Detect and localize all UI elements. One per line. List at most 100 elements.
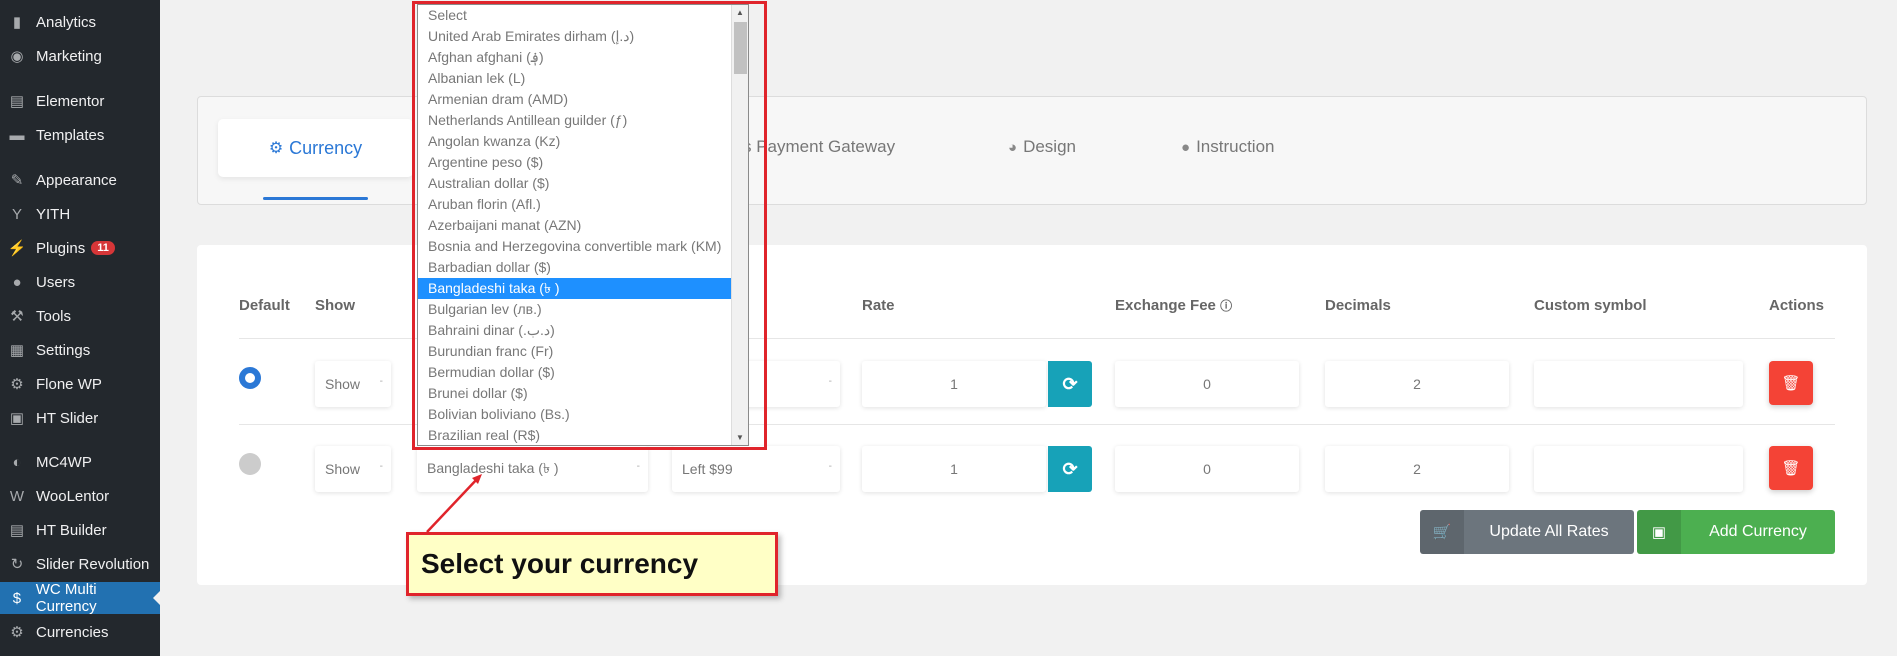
info-icon: ● (1181, 138, 1191, 156)
chevron-down-icon: - (379, 376, 383, 387)
sidebar-item-label: Slider Revolution (36, 555, 150, 573)
header-default: Default (239, 297, 290, 314)
refresh-rate-button[interactable]: ⟳ (1048, 361, 1092, 407)
sidebar-item-appearance[interactable]: ✎ Appearance (0, 164, 160, 196)
add-currency-button[interactable]: ▣ Add Currency (1637, 510, 1835, 554)
brush-icon: ✎ (10, 172, 24, 189)
currency-select-value: Bangladeshi taka (৳ ) (427, 460, 559, 476)
gear-icon: ⚙ (10, 624, 24, 641)
revolution-icon: ↻ (10, 556, 24, 573)
sidebar-item-users[interactable]: ● Users (0, 266, 160, 298)
sidebar-item-label: Elementor (36, 92, 105, 110)
sidebar-item-marketing[interactable]: ◉ Marketing (0, 40, 160, 72)
sidebar-item-settings[interactable]: ▦ Settings (0, 334, 160, 366)
sidebar-item-label: WooLentor (36, 487, 110, 505)
tab-instruction[interactable]: ● Instruction (1181, 137, 1275, 157)
refresh-icon: ⟳ (1062, 458, 1078, 479)
sidebar-item-label: HT Slider (36, 409, 99, 427)
sidebar-item-label: Settings (36, 341, 91, 359)
refresh-icon: ⟳ (1062, 373, 1078, 394)
sidebar-item-label: Analytics (36, 13, 97, 31)
sidebar-item-label: Flone WP (36, 375, 102, 393)
sidebar-item-tools[interactable]: ⚒ Tools (0, 300, 160, 332)
sidebar-item-label: HT Builder (36, 521, 107, 539)
header-exchange-fee-label: Exchange Fee (1115, 297, 1216, 314)
position-select-value: Left $99 (682, 461, 733, 477)
custom-symbol-input[interactable] (1534, 361, 1743, 407)
slider-icon: ▣ (9, 410, 25, 427)
sidebar-item-label: Appearance (36, 171, 117, 189)
annotation-callout: Select your currency (406, 532, 778, 596)
update-all-rates-button[interactable]: 🛒 Update All Rates (1420, 510, 1634, 554)
update-count-badge: 11 (91, 241, 115, 255)
exchange-fee-input[interactable]: 0 (1115, 361, 1299, 407)
show-select[interactable]: Show - (315, 361, 391, 407)
default-radio-unselected[interactable] (239, 453, 261, 475)
exchange-fee-input[interactable]: 0 (1115, 446, 1299, 492)
tab-instruction-label: Instruction (1196, 137, 1275, 156)
rate-input[interactable]: 1 (862, 361, 1046, 407)
annotation-highlight-box (412, 1, 767, 450)
show-select[interactable]: Show - (315, 446, 391, 492)
folder-icon: ▬ (9, 126, 25, 144)
delete-button[interactable]: 🗑 (1769, 361, 1813, 405)
chevron-down-icon: - (828, 461, 832, 472)
sidebar-item-label: MC4WP (36, 453, 92, 471)
delete-button[interactable]: 🗑 (1769, 446, 1813, 490)
sidebar-item-yith[interactable]: Y YITH (0, 198, 160, 230)
decimals-input[interactable]: 2 (1325, 446, 1509, 492)
admin-sidebar: ▮ Analytics ◉ Marketing ▤ Elementor ▬ Templates… (0, 0, 161, 656)
sidebar-item-analytics[interactable]: ▮ Analytics (0, 6, 160, 38)
show-select-value: Show (325, 376, 361, 392)
decimals-value: 2 (1413, 461, 1421, 477)
cart-icon: 🛒 (1420, 510, 1464, 554)
money-icon: ▣ (1637, 510, 1681, 554)
sidebar-item-mc4wp[interactable]: ◐ MC4WP (0, 446, 160, 478)
header-custom-symbol: Custom symbol (1534, 297, 1647, 314)
update-all-rates-label: Update All Rates (1489, 523, 1609, 540)
sidebar-item-templates[interactable]: ▬ Templates (0, 119, 160, 151)
sidebar-item-label: Marketing (36, 47, 102, 65)
elementor-icon: ▤ (9, 93, 25, 110)
yith-icon: Y (11, 205, 22, 223)
sidebar-item-ht-builder[interactable]: ▤ HT Builder (0, 514, 160, 546)
exchange-fee-value: 0 (1203, 461, 1211, 477)
annotation-callout-text: Select your currency (421, 548, 699, 579)
tab-design[interactable]: ◕ Design (1008, 137, 1076, 157)
header-show: Show (315, 297, 355, 314)
sidebar-item-flone-wp[interactable]: ⚙ Flone WP (0, 368, 160, 400)
header-exchange-fee: Exchange Fee ⓘ (1115, 297, 1232, 314)
wrench-icon: ⚒ (10, 308, 24, 325)
rate-value: 1 (950, 376, 958, 392)
tab-currency[interactable]: ⚙ Currency (218, 119, 413, 177)
currency-select[interactable]: Bangladeshi taka (৳ ) - (417, 446, 648, 492)
refresh-rate-button[interactable]: ⟳ (1048, 446, 1092, 492)
sidebar-item-label: Users (36, 273, 76, 291)
sidebar-item-ht-slider[interactable]: ▣ HT Slider (0, 402, 160, 434)
sidebar-item-label: Currencies (36, 623, 109, 641)
mc4wp-icon: ◐ (12, 453, 22, 471)
sidebar-item-wc-multi-currency[interactable]: $ WC Multi Currency (0, 581, 161, 615)
sidebar-item-label: Plugins (36, 239, 86, 257)
sidebar-item-currencies[interactable]: ⚙ Currencies (0, 616, 160, 648)
sidebar-item-plugins[interactable]: ⚡ Plugins 11 (0, 232, 160, 264)
rate-input[interactable]: 1 (862, 446, 1046, 492)
rate-value: 1 (950, 461, 958, 477)
position-select[interactable]: Left $99 - (672, 446, 840, 492)
palette-icon: ◕ (1008, 138, 1018, 156)
sidebar-item-woolentor[interactable]: W WooLentor (0, 480, 160, 512)
exchange-fee-value: 0 (1203, 376, 1211, 392)
settings-icon: ▦ (9, 342, 25, 359)
decimals-input[interactable]: 2 (1325, 361, 1509, 407)
trash-icon: 🗑 (1781, 460, 1801, 477)
gear-icon: ⚙ (268, 140, 284, 157)
sidebar-item-slider-revolution[interactable]: ↻ Slider Revolution (0, 548, 160, 580)
default-radio-selected[interactable] (239, 367, 261, 389)
bar-chart-icon: ▮ (12, 14, 22, 31)
custom-symbol-input[interactable] (1534, 446, 1743, 492)
header-actions: Actions (1769, 297, 1825, 314)
woolentor-icon: W (9, 487, 25, 505)
sidebar-item-elementor[interactable]: ▤ Elementor (0, 85, 160, 117)
chevron-down-icon: - (828, 376, 832, 387)
trash-icon: 🗑 (1781, 375, 1801, 392)
